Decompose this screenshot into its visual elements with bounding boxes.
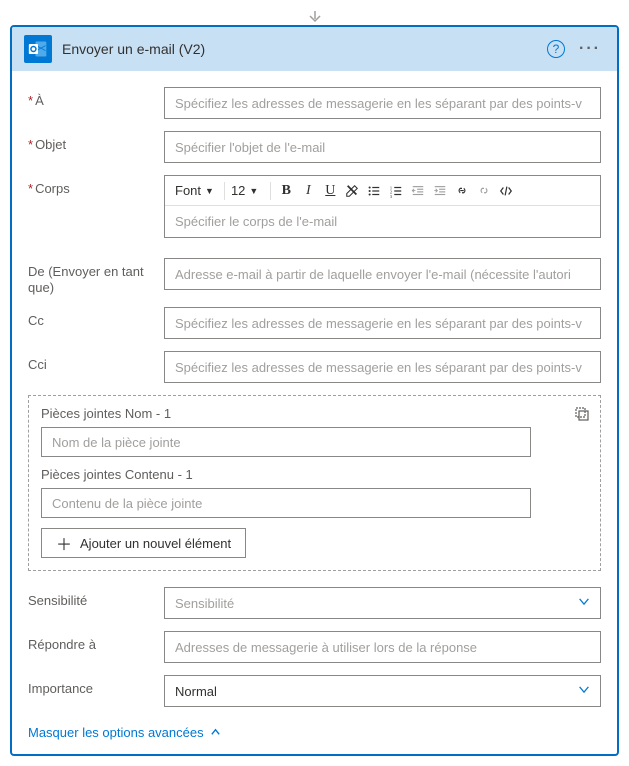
subject-input[interactable] xyxy=(164,131,601,163)
collapse-array-icon[interactable] xyxy=(574,406,590,425)
attachment-name-input[interactable] xyxy=(41,427,531,457)
to-input[interactable] xyxy=(164,87,601,119)
connector-arrow-down xyxy=(10,10,619,27)
importance-select[interactable] xyxy=(164,675,601,707)
editor-toolbar: Font▼ 12▼ B I U 123 xyxy=(165,176,600,206)
body-label: *Corps xyxy=(28,175,154,197)
action-card: Envoyer un e-mail (V2) ? ··· *À *Objet *… xyxy=(10,25,619,756)
from-label: De (Envoyer en tant que) xyxy=(28,258,154,295)
add-item-label: Ajouter un nouvel élément xyxy=(80,536,231,551)
row-bcc: Cci xyxy=(28,351,601,383)
card-header[interactable]: Envoyer un e-mail (V2) ? ··· xyxy=(12,27,617,71)
cc-input[interactable] xyxy=(164,307,601,339)
attachment-content-label: Pièces jointes Contenu - 1 xyxy=(41,467,588,482)
importance-label: Importance xyxy=(28,675,154,697)
italic-icon[interactable]: I xyxy=(297,179,319,203)
row-cc: Cc xyxy=(28,307,601,339)
card-title: Envoyer un e-mail (V2) xyxy=(62,41,537,57)
row-subject: *Objet xyxy=(28,131,601,163)
card-body: *À *Objet *Corps Font▼ 12▼ B I U xyxy=(12,71,617,754)
add-item-button[interactable]: ＋ Ajouter un nouvel élément xyxy=(41,528,246,558)
replyto-input[interactable] xyxy=(164,631,601,663)
number-list-icon[interactable]: 123 xyxy=(385,179,407,203)
row-sensitivity: Sensibilité xyxy=(28,587,601,619)
attachment-name-label: Pièces jointes Nom - 1 xyxy=(41,406,588,421)
attachment-content-input[interactable] xyxy=(41,488,531,518)
underline-icon[interactable]: U xyxy=(319,179,341,203)
row-body: *Corps Font▼ 12▼ B I U 123 xyxy=(28,175,601,238)
hide-advanced-label: Masquer les options avancées xyxy=(28,725,204,740)
sensitivity-label: Sensibilité xyxy=(28,587,154,609)
sensitivity-select[interactable] xyxy=(164,587,601,619)
font-select[interactable]: Font xyxy=(169,180,203,201)
plus-icon: ＋ xyxy=(56,531,72,555)
body-input[interactable]: Spécifier le corps de l'e-mail xyxy=(165,206,600,237)
indent-icon[interactable] xyxy=(429,179,451,203)
unlink-icon[interactable] xyxy=(473,179,495,203)
bold-icon[interactable]: B xyxy=(275,179,297,203)
row-importance: Importance xyxy=(28,675,601,707)
cc-label: Cc xyxy=(28,307,154,329)
from-input[interactable] xyxy=(164,258,601,290)
help-icon[interactable]: ? xyxy=(547,40,565,58)
to-label: *À xyxy=(28,87,154,109)
subject-label: *Objet xyxy=(28,131,154,153)
outlook-icon xyxy=(24,35,52,63)
chevron-up-icon xyxy=(210,727,221,738)
link-icon[interactable] xyxy=(451,179,473,203)
outdent-icon[interactable] xyxy=(407,179,429,203)
row-from: De (Envoyer en tant que) xyxy=(28,258,601,295)
size-select[interactable]: 12▼ xyxy=(229,183,266,198)
bullet-list-icon[interactable] xyxy=(363,179,385,203)
row-replyto: Répondre à xyxy=(28,631,601,663)
attachments-group: Pièces jointes Nom - 1 Pièces jointes Co… xyxy=(28,395,601,571)
bcc-input[interactable] xyxy=(164,351,601,383)
more-menu-icon[interactable]: ··· xyxy=(575,40,605,58)
row-to: *À xyxy=(28,87,601,119)
replyto-label: Répondre à xyxy=(28,631,154,653)
svg-text:3: 3 xyxy=(390,194,393,198)
hide-advanced-toggle[interactable]: Masquer les options avancées xyxy=(28,725,221,740)
rich-text-editor: Font▼ 12▼ B I U 123 xyxy=(164,175,601,238)
code-view-icon[interactable] xyxy=(495,179,517,203)
bcc-label: Cci xyxy=(28,351,154,373)
font-color-icon[interactable] xyxy=(341,179,363,203)
